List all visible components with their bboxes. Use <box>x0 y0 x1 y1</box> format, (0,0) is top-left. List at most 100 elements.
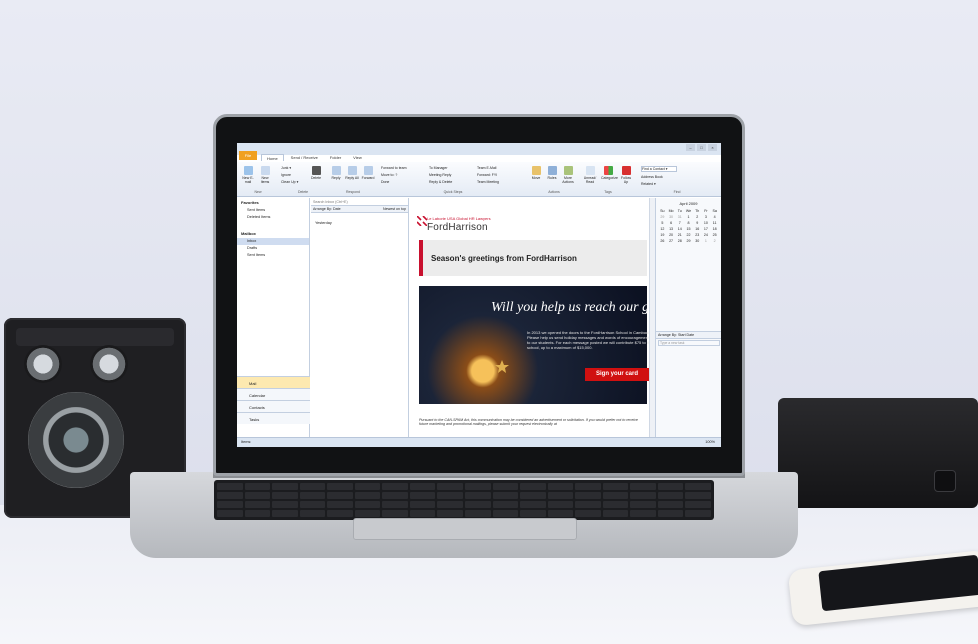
minimize-button[interactable]: – <box>686 144 695 151</box>
keyboard-key <box>409 510 436 517</box>
calendar-day[interactable]: 27 <box>667 239 676 243</box>
move-button[interactable]: Move <box>529 166 543 180</box>
calendar-day[interactable]: 6 <box>667 221 676 225</box>
quick-step-forward-fyi[interactable]: Forward: FYI <box>477 173 497 177</box>
quick-step-meeting-reply[interactable]: Meeting Reply <box>429 173 451 177</box>
quick-step-move-to[interactable]: Move to: ? <box>381 173 397 177</box>
calendar-day[interactable]: 17 <box>702 227 711 231</box>
calendar-day[interactable]: 30 <box>693 239 702 243</box>
calendar-day[interactable]: 29 <box>684 239 693 243</box>
sort-order-button[interactable]: Newest on top <box>383 207 406 211</box>
calendar-day[interactable]: 21 <box>675 233 684 237</box>
calendar-day[interactable]: 5 <box>658 221 667 225</box>
address-book-button[interactable]: Address Book <box>641 175 663 179</box>
calendar-day[interactable]: 2 <box>710 239 719 243</box>
tab-send-receive[interactable]: Send / Receive <box>286 154 323 161</box>
tab-view[interactable]: View <box>348 154 367 161</box>
hero-body: In 2013 we opened the doors to the FordH… <box>527 330 649 350</box>
keyboard-key <box>464 483 491 490</box>
calendar-day[interactable]: 18 <box>710 227 719 231</box>
maximize-button[interactable]: □ <box>697 144 706 151</box>
quick-step-team-meeting[interactable]: Team Meeting <box>477 180 499 184</box>
mailbox-header[interactable]: Mailbox <box>237 229 309 238</box>
delete-button[interactable]: Delete <box>309 166 323 180</box>
file-tab[interactable]: File <box>239 151 257 160</box>
calendar-day[interactable]: 8 <box>684 221 693 225</box>
calendar-day[interactable]: 16 <box>693 227 702 231</box>
folder-drafts[interactable]: Drafts <box>237 245 309 252</box>
quick-step-forward-to-team[interactable]: Forward to team <box>381 166 406 170</box>
calendar-day[interactable]: 13 <box>667 227 676 231</box>
rules-button[interactable]: Rules <box>545 166 559 180</box>
quick-step-reply-delete[interactable]: Reply & Delete <box>429 180 452 184</box>
calendar-day[interactable]: 14 <box>675 227 684 231</box>
clean-up-button[interactable]: Clean Up ▾ <box>281 180 298 184</box>
nav-calendar[interactable]: Calendar <box>237 388 310 400</box>
keyboard-key <box>520 492 546 499</box>
nav-mail[interactable]: Mail <box>237 376 310 388</box>
keyboard-key <box>464 501 491 508</box>
favorites-sent-items[interactable]: Sent Items <box>237 207 309 214</box>
calendar-day[interactable]: 24 <box>702 233 711 237</box>
find-contact-input[interactable]: Find a Contact ▾ <box>641 166 677 172</box>
calendar-day[interactable]: 28 <box>675 239 684 243</box>
group-header-yesterday[interactable]: Yesterday <box>311 213 408 233</box>
keyboard-key <box>354 492 381 499</box>
nav-tasks[interactable]: Tasks <box>237 412 310 424</box>
calendar-day[interactable]: 30 <box>667 215 676 219</box>
calendar-day[interactable]: 12 <box>658 227 667 231</box>
sign-card-button[interactable]: Sign your card <box>585 368 649 381</box>
favorites-deleted-items[interactable]: Deleted Items <box>237 214 309 221</box>
search-input[interactable]: Search Inbox (Ctrl+E) <box>311 198 408 206</box>
tab-home[interactable]: Home <box>261 154 284 161</box>
categorize-button[interactable]: Categorize <box>601 166 618 180</box>
calendar-day[interactable]: 7 <box>675 221 684 225</box>
calendar-day[interactable]: 1 <box>702 239 711 243</box>
follow-up-button[interactable]: Follow Up <box>619 166 633 184</box>
arrange-by-button[interactable]: Arrange By: Date <box>313 207 341 211</box>
keyboard-key <box>354 501 381 508</box>
unread-read-button[interactable]: Unread/ Read <box>583 166 597 184</box>
keyboard-key <box>492 510 519 517</box>
folder-sent-items[interactable]: Sent Items <box>237 252 309 259</box>
tab-folder[interactable]: Folder <box>325 154 346 161</box>
new-task-input[interactable]: Type a new task <box>658 340 720 346</box>
calendar-day[interactable]: 11 <box>710 221 719 225</box>
reply-all-button[interactable]: Reply All <box>345 166 359 180</box>
calendar-day[interactable]: 19 <box>658 233 667 237</box>
reply-button[interactable]: Reply <box>329 166 343 180</box>
calendar-day[interactable]: 4 <box>710 215 719 219</box>
calendar-day[interactable]: 20 <box>667 233 676 237</box>
calendar-day[interactable]: 25 <box>710 233 719 237</box>
calendar-day[interactable]: 22 <box>684 233 693 237</box>
todo-arrange[interactable]: Arrange By: Start Date <box>656 331 721 339</box>
calendar-day[interactable]: 15 <box>684 227 693 231</box>
zoom-level[interactable]: 100% <box>705 440 715 444</box>
calendar-day[interactable]: 3 <box>702 215 711 219</box>
favorites-header[interactable]: Favorites <box>237 198 309 207</box>
close-button[interactable]: × <box>708 144 717 151</box>
quick-step-to-manager[interactable]: To Manager <box>429 166 447 170</box>
calendar-day[interactable]: 1 <box>684 215 693 219</box>
calendar-day[interactable]: 31 <box>675 215 684 219</box>
ignore-button[interactable]: Ignore <box>281 173 291 177</box>
group-actions: Move Rules More Actions Actions <box>529 164 579 194</box>
related-button[interactable]: Related ▾ <box>641 182 656 186</box>
more-actions-button[interactable]: More Actions <box>561 166 575 184</box>
calendar-day[interactable]: 23 <box>693 233 702 237</box>
forward-button[interactable]: Forward <box>361 166 375 180</box>
new-items-button[interactable]: New Items <box>258 166 272 184</box>
new-email-button[interactable]: New E-mail <box>241 166 255 184</box>
keyboard-key <box>492 492 519 499</box>
quick-step-done[interactable]: Done <box>381 180 389 184</box>
calendar-day[interactable]: 9 <box>693 221 702 225</box>
nav-contacts[interactable]: Contacts <box>237 400 310 412</box>
junk-button[interactable]: Junk ▾ <box>281 166 291 170</box>
quick-step-team-email[interactable]: Team E-Mail <box>477 166 496 170</box>
ribbon: New E-mail New Items New Junk ▾ Ignore C… <box>237 162 721 197</box>
calendar-day[interactable]: 29 <box>658 215 667 219</box>
calendar-day[interactable]: 26 <box>658 239 667 243</box>
calendar-day[interactable]: 2 <box>693 215 702 219</box>
folder-inbox[interactable]: Inbox <box>237 238 309 245</box>
calendar-day[interactable]: 10 <box>702 221 711 225</box>
